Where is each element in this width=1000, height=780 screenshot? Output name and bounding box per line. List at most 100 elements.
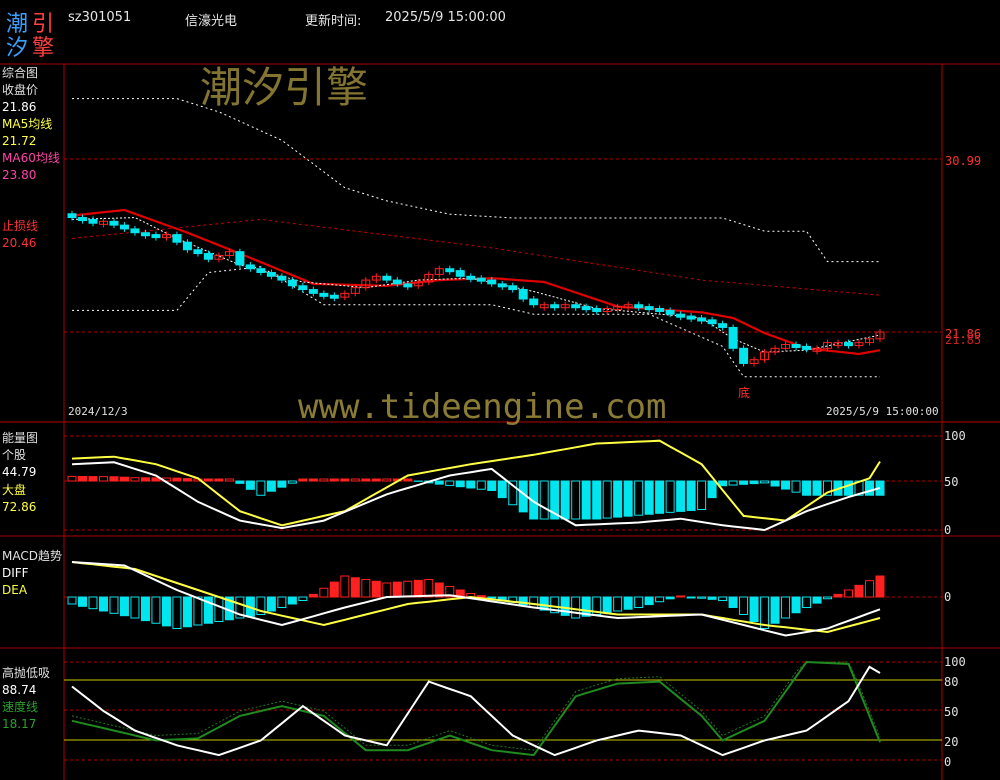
chart-canvas[interactable]: 综合图 收盘价 21.86 MA5均线 21.72 MA60均线 23.80 止…: [0, 0, 1000, 780]
energy-bar: [686, 480, 696, 511]
macd-series: [67, 561, 885, 637]
macd-bar: [182, 596, 192, 628]
macd-bar: [319, 587, 329, 598]
candle-body: [319, 292, 329, 297]
energy-bar: [319, 478, 329, 482]
energy-stock-line: [71, 461, 881, 532]
candle-body: [644, 306, 654, 311]
ma60-label: MA60均线: [2, 151, 60, 165]
energy-bar: [361, 478, 371, 482]
candle-body: [497, 283, 507, 288]
candle-body: [655, 308, 665, 313]
energy-bar: [277, 480, 287, 488]
candle-body: [245, 264, 255, 270]
candle-body: [550, 304, 560, 309]
energy-series: [67, 439, 885, 532]
energy-bar: [67, 475, 77, 482]
ma-red-line: [71, 208, 881, 356]
energy-bar: [224, 478, 234, 482]
macd-bar: [88, 596, 98, 610]
candle-body: [518, 289, 528, 300]
ma60-value: 23.80: [2, 168, 36, 182]
date-start: 2024/12/3: [68, 405, 128, 418]
candle-body: [487, 279, 497, 285]
candle-body: [728, 326, 738, 349]
energy-bar: [770, 480, 780, 487]
energy-bar: [739, 480, 749, 485]
energy-bar: [329, 478, 339, 482]
candle-body: [445, 268, 455, 273]
energy-axis-0: 0: [944, 523, 951, 537]
macd-bar: [707, 596, 717, 600]
candle-body: [697, 317, 707, 322]
bottom-marker: 底: [738, 385, 750, 400]
candle-body: [203, 253, 213, 260]
macd-bar: [802, 596, 812, 608]
energy-bar: [245, 480, 255, 490]
macd-title: MACD趋势: [2, 549, 62, 563]
macd-bar: [844, 589, 854, 598]
energy-bar: [455, 480, 465, 488]
energy-bar: [592, 480, 602, 520]
candle-body: [529, 298, 539, 306]
energy-bar: [403, 478, 413, 482]
energy-bar: [728, 480, 738, 486]
energy-bar: [602, 480, 612, 519]
osc-grid: [64, 661, 942, 761]
close-value: 21.86: [2, 100, 36, 114]
energy-axis-50: 50: [944, 475, 958, 489]
energy-bar: [119, 476, 129, 482]
candle-body: [392, 279, 402, 285]
candle-body: [266, 272, 276, 277]
stop-upper-line: [72, 98, 880, 263]
macd-bar: [151, 596, 161, 624]
candle-body: [287, 279, 297, 287]
energy-bar: [235, 480, 245, 484]
energy-bar: [98, 476, 108, 482]
close-label: 收盘价: [2, 82, 38, 97]
osc-speed-dashed: [71, 661, 881, 751]
candle-body: [844, 342, 854, 347]
macd-bar: [823, 596, 833, 600]
energy-bar: [350, 478, 360, 482]
macd-bar: [140, 596, 150, 622]
candle-body: [77, 217, 87, 222]
watermark-top: 潮汐引擎: [200, 63, 368, 112]
energy-bar: [130, 477, 140, 482]
watermark-url: www.tideengine.com: [298, 387, 666, 427]
energy-bar: [718, 480, 728, 487]
osc-title: 高抛低吸: [2, 665, 50, 680]
macd-bar: [371, 580, 381, 598]
energy-bar: [203, 478, 213, 482]
osc-series: [71, 660, 881, 757]
osc-speed-line: [71, 660, 881, 757]
candle-body: [634, 304, 644, 309]
ma5-label: MA5均线: [2, 117, 52, 131]
date-end: 2025/5/9 15:00:00: [826, 405, 939, 418]
macd-bar: [781, 596, 791, 619]
ma60-line: [71, 218, 881, 296]
macd-bar: [329, 581, 339, 598]
macd-bar: [340, 575, 350, 598]
energy-bar: [539, 480, 549, 520]
macd-bar: [644, 596, 654, 606]
energy-bar: [707, 480, 717, 499]
energy-bar: [109, 476, 119, 482]
stop-label: 止损线: [2, 219, 38, 233]
candle-body: [508, 285, 518, 291]
macd-bar: [728, 596, 738, 608]
macd-bar: [686, 596, 696, 599]
candle-body: [329, 294, 339, 299]
macd-bar: [791, 596, 801, 614]
candle-body: [67, 213, 77, 219]
macd-bar: [266, 596, 276, 612]
macd-bar: [739, 596, 749, 615]
energy-bar: [623, 480, 633, 517]
macd-bar: [529, 596, 539, 608]
energy-bar: [844, 480, 854, 496]
energy-market-line: [71, 439, 881, 527]
energy-bar: [560, 480, 570, 520]
macd-bar: [413, 579, 423, 598]
macd-bar: [98, 596, 108, 612]
candle-body: [298, 285, 308, 291]
